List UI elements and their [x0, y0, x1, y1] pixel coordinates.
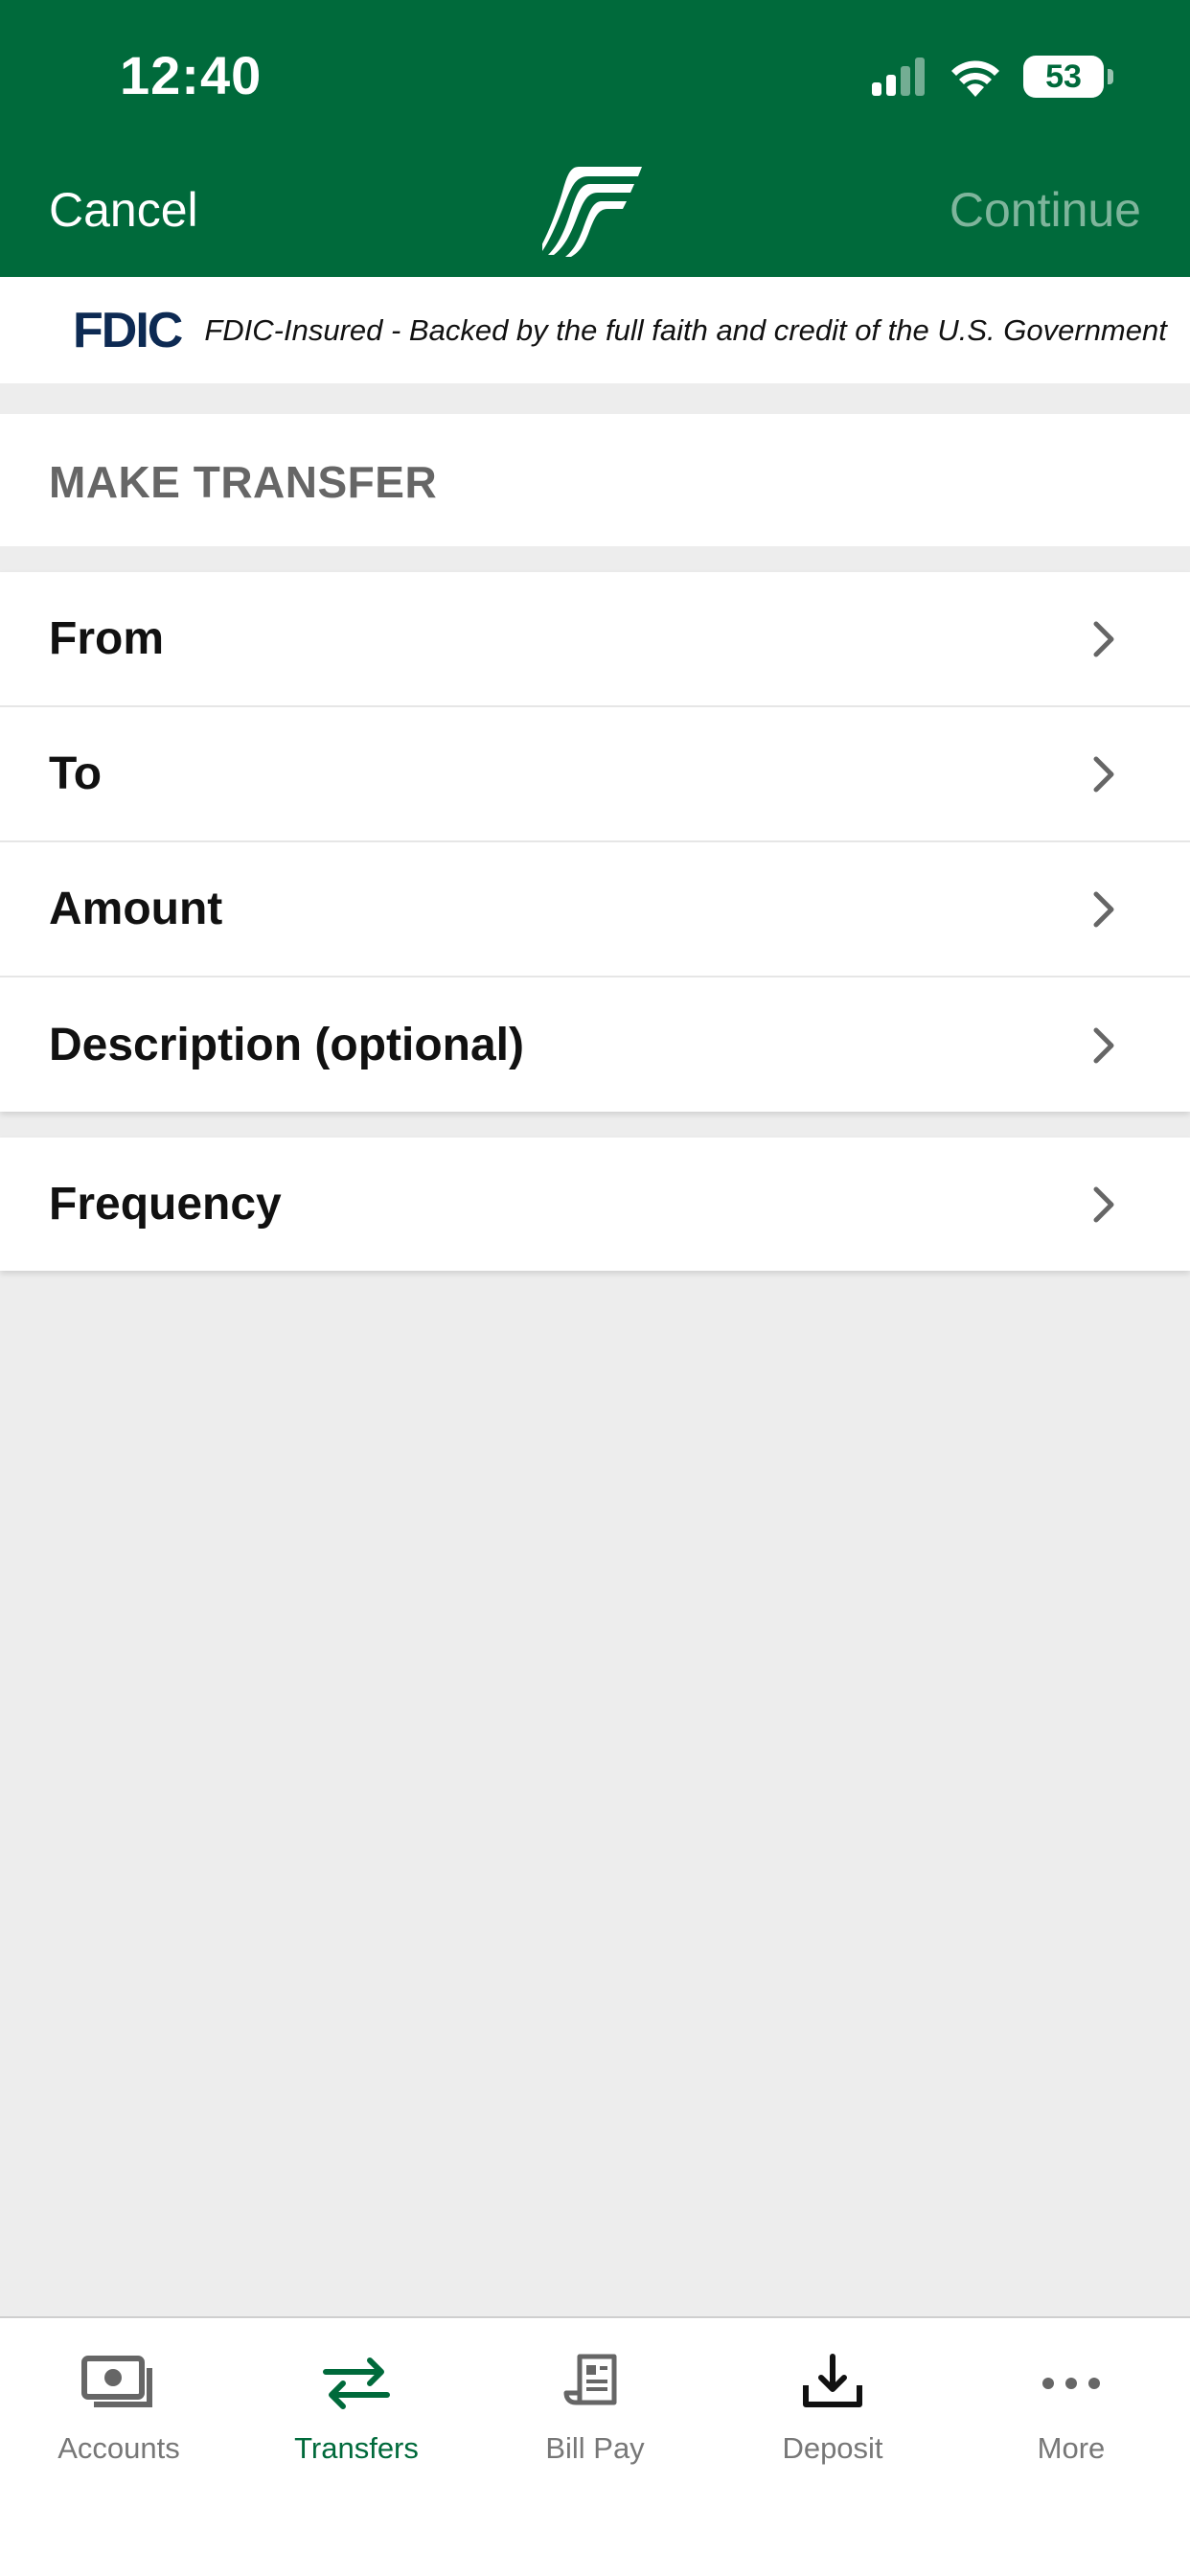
accounts-icon [81, 2356, 152, 2407]
fdic-logo: FDIC [73, 302, 183, 358]
from-row[interactable]: From [0, 572, 1190, 707]
row-label: To [49, 748, 103, 799]
frequency-card: Frequency [0, 1138, 1190, 1271]
status-time: 12:40 [120, 45, 263, 105]
tab-bill-pay[interactable]: Bill Pay [476, 2318, 714, 2491]
bank-logo-icon [542, 167, 642, 257]
tab-accounts[interactable]: Accounts [0, 2318, 238, 2491]
status-icons: 53 [872, 54, 1113, 100]
row-label: Amount [49, 884, 223, 934]
row-label: Frequency [49, 1179, 282, 1230]
wifi-icon [951, 60, 999, 97]
chevron-right-icon [1093, 891, 1114, 927]
to-row[interactable]: To [0, 707, 1190, 842]
continue-button[interactable]: Continue [950, 182, 1141, 238]
section-title: MAKE TRANSFER [49, 457, 438, 507]
battery-indicator: 53 [1023, 56, 1104, 98]
amount-row[interactable]: Amount [0, 842, 1190, 978]
fdic-notice: FDIC-Insured - Backed by the full faith … [204, 312, 1167, 347]
deposit-icon [803, 2354, 862, 2407]
description-row[interactable]: Description (optional) [0, 978, 1190, 1113]
fdic-banner: FDIC FDIC-Insured - Backed by the full f… [0, 277, 1190, 383]
frequency-row[interactable]: Frequency [0, 1138, 1190, 1271]
tab-more[interactable]: More [952, 2318, 1190, 2491]
tab-deposit[interactable]: Deposit [714, 2318, 951, 2491]
row-label: Description (optional) [49, 1020, 524, 1070]
transfer-form-card: From To Amount Description (optional) [0, 572, 1190, 1112]
chevron-right-icon [1093, 756, 1114, 792]
cellular-signal-icon [872, 58, 925, 96]
cancel-button[interactable]: Cancel [49, 182, 198, 238]
top-header: 12:40 53 Cancel Continue [0, 0, 1190, 277]
more-icon [1042, 2378, 1100, 2389]
bill-pay-icon [563, 2354, 617, 2405]
chevron-right-icon [1093, 1027, 1114, 1063]
transfers-icon [323, 2358, 390, 2409]
chevron-right-icon [1093, 1186, 1114, 1222]
bottom-tab-bar: Accounts Transfers Bill Pay Deposit More [0, 2316, 1190, 2576]
row-label: From [49, 613, 164, 664]
section-header: MAKE TRANSFER [0, 414, 1190, 546]
chevron-right-icon [1093, 621, 1114, 656]
tab-transfers[interactable]: Transfers [238, 2318, 475, 2491]
